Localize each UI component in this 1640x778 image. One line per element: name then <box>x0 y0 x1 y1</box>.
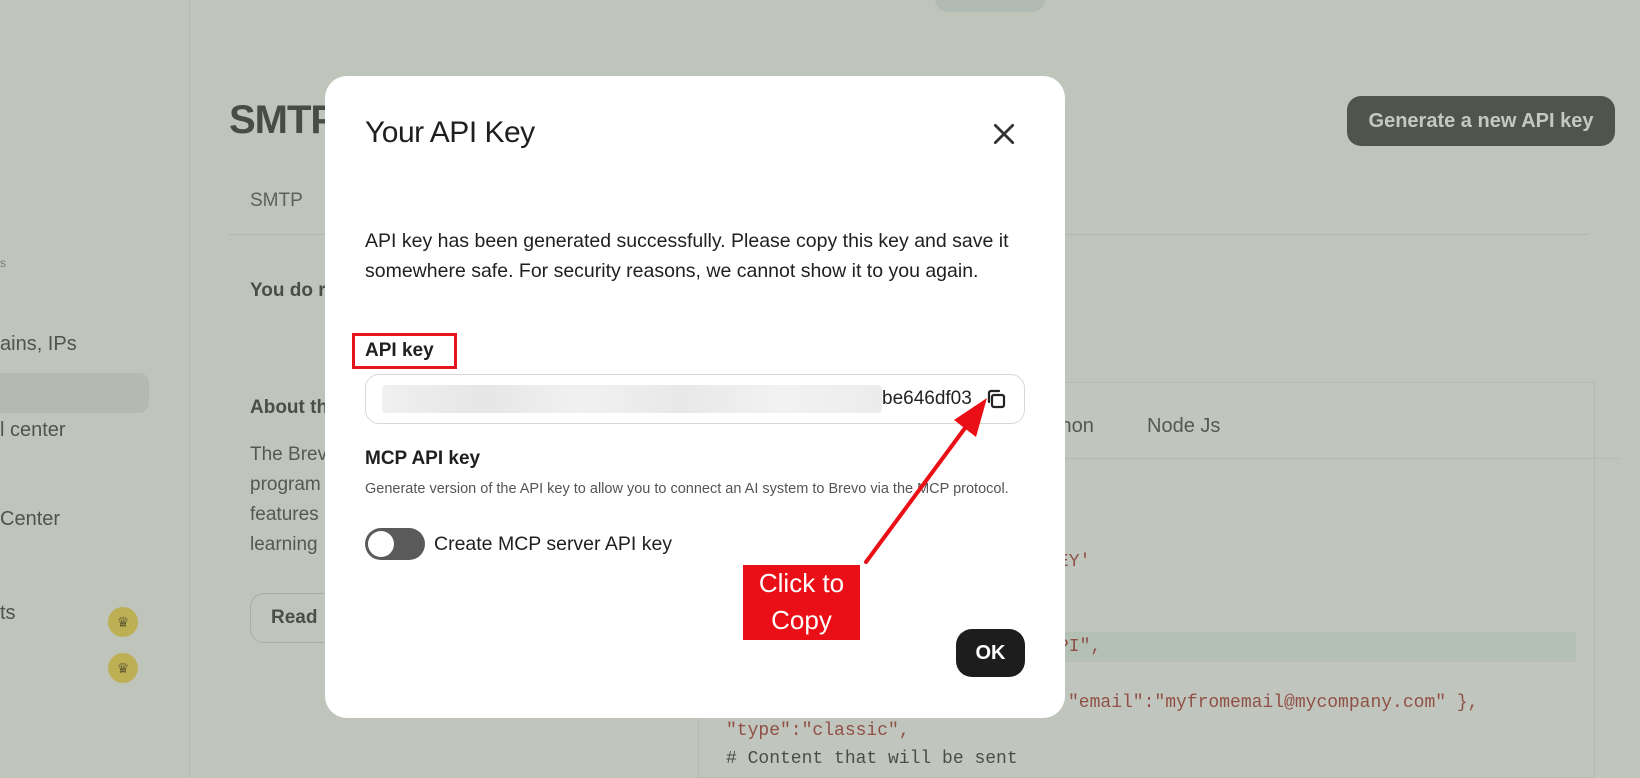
api-key-blurred <box>382 385 882 413</box>
api-key-label: API key <box>365 340 434 361</box>
annotation-callout: Click to Copy <box>743 565 860 640</box>
modal-description: API key has been generated successfully.… <box>365 230 1009 282</box>
ok-button[interactable]: OK <box>956 629 1025 677</box>
mcp-toggle[interactable] <box>365 528 425 560</box>
api-key-value: be646df03 <box>882 388 972 409</box>
close-button[interactable] <box>987 118 1021 152</box>
api-key-modal: Your API Key API key has been generated … <box>325 76 1065 718</box>
mcp-description: Generate version of the API key to allow… <box>365 481 1009 497</box>
mcp-title: MCP API key <box>365 448 481 469</box>
close-icon <box>993 123 1015 144</box>
modal-title: Your API Key <box>365 116 535 149</box>
toggle-knob <box>368 531 394 557</box>
copy-icon <box>987 389 1006 408</box>
copy-button[interactable] <box>982 386 1010 414</box>
mcp-toggle-label: Create MCP server API key <box>434 533 673 555</box>
api-key-field[interactable]: be646df03 <box>365 374 1025 424</box>
